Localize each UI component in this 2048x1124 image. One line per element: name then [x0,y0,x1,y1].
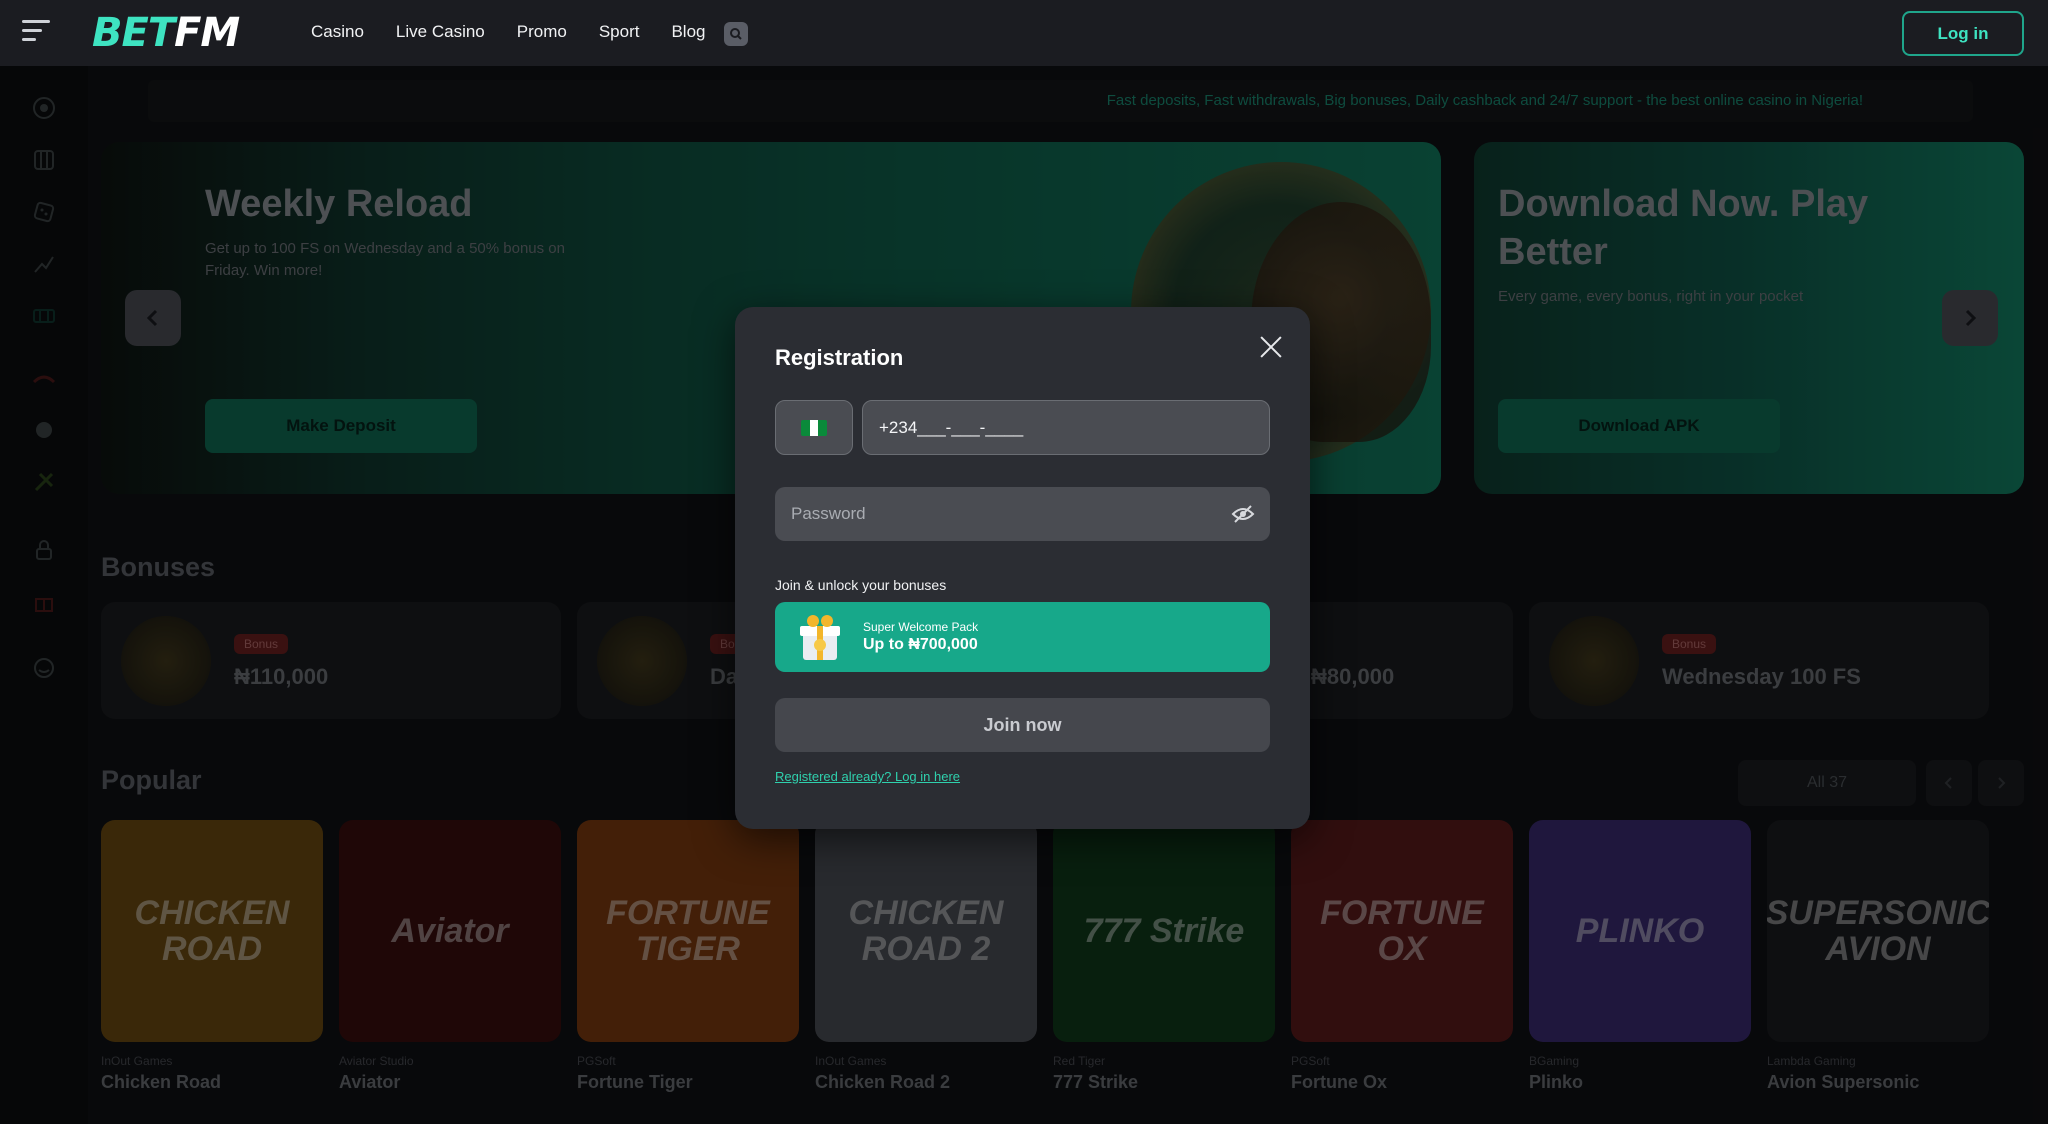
unlock-bonuses-label: Join & unlock your bonuses [775,577,947,593]
join-now-button[interactable]: Join now [775,698,1270,752]
password-field[interactable] [775,487,1270,541]
nigeria-flag-icon [801,419,827,436]
welcome-pack-card[interactable]: Super Welcome Pack Up to ₦700,000 [775,602,1270,672]
welcome-pack-title: Super Welcome Pack [863,620,979,634]
top-header: BETFM Casino Live Casino Promo Sport Blo… [0,0,2048,66]
nav-casino[interactable]: Casino [311,22,364,42]
hamburger-menu-icon[interactable] [22,20,50,46]
eye-off-icon[interactable] [1231,503,1255,525]
country-code-select[interactable] [775,400,853,455]
welcome-pack-value: Up to ₦700,000 [863,636,978,653]
registration-modal: Registration Join & unlock your bonuses … [735,307,1310,829]
gift-icon [800,615,840,660]
nav-sport[interactable]: Sport [599,22,640,42]
nav-promo[interactable]: Promo [517,22,567,42]
modal-title: Registration [775,345,904,370]
login-button[interactable]: Log in [1902,11,2024,56]
phone-input[interactable] [862,400,1270,455]
login-link[interactable]: Registered already? Log in here [775,769,960,784]
nav-blog[interactable]: Blog [671,22,705,42]
betfm-logo[interactable]: BETFM [92,12,240,54]
nav-live-casino[interactable]: Live Casino [396,22,485,42]
close-icon[interactable] [1255,331,1287,363]
main-nav: Casino Live Casino Promo Sport Blog [311,22,706,42]
search-icon[interactable] [724,22,748,46]
